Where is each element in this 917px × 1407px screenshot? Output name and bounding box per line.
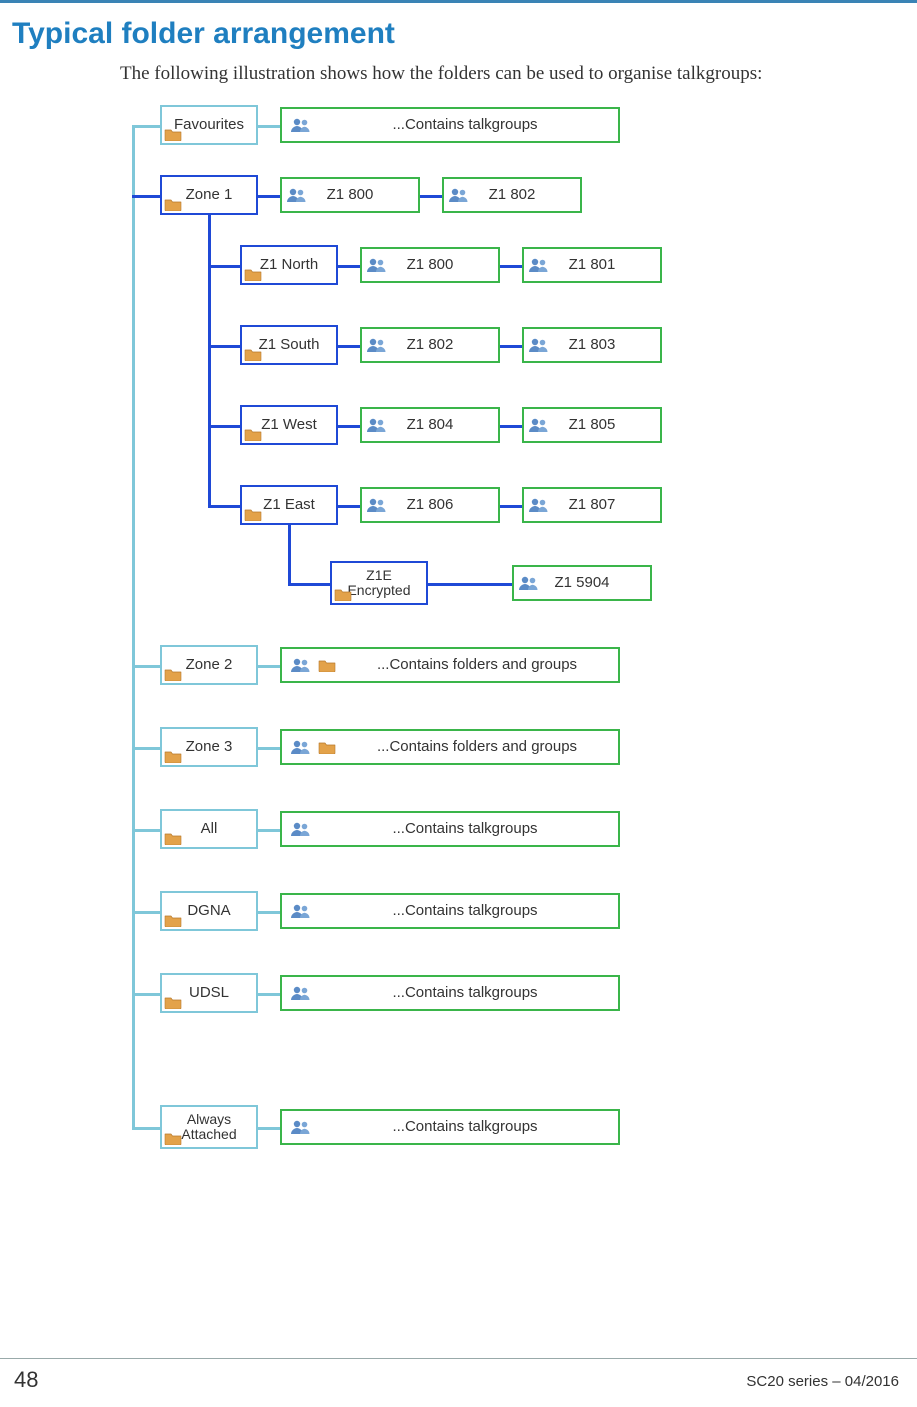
group-icon	[528, 257, 550, 273]
group-icon	[290, 903, 312, 919]
group-icon	[366, 417, 388, 433]
group-node: Z1 807	[522, 487, 662, 523]
folder-icon	[334, 587, 352, 601]
folder-icon	[318, 658, 336, 672]
folder-label-bottom: Attached	[181, 1127, 236, 1142]
folder-label: UDSL	[189, 984, 229, 1001]
folder-label: Zone 3	[186, 738, 233, 755]
folder-label: Z1 East	[263, 496, 315, 513]
desc-udsl: ...Contains talkgroups	[280, 975, 620, 1011]
folder-favourites: Favourites	[160, 105, 258, 145]
group-icon	[518, 575, 540, 591]
folder-label: Zone 1	[186, 186, 233, 203]
section-heading: Typical folder arrangement	[12, 17, 917, 51]
desc-label: ...Contains talkgroups	[312, 820, 618, 837]
group-node: Z1 802	[360, 327, 500, 363]
desc-always-attached: ...Contains talkgroups	[280, 1109, 620, 1145]
group-z1-5904: Z1 5904	[512, 565, 652, 601]
folder-udsl: UDSL	[160, 973, 258, 1013]
folder-icon	[164, 995, 182, 1009]
desc-label: ...Contains folders and groups	[336, 738, 618, 755]
group-icon	[528, 497, 550, 513]
desc-label: ...Contains folders and groups	[336, 656, 618, 673]
folder-label: Z1 West	[261, 416, 317, 433]
folder-icon	[244, 347, 262, 361]
page-number: 48	[14, 1367, 38, 1393]
folder-icon	[164, 831, 182, 845]
intro-text: The following illustration shows how the…	[120, 61, 857, 87]
group-icon	[290, 117, 312, 133]
folder-label: Zone 2	[186, 656, 233, 673]
group-node: Z1 800	[360, 247, 500, 283]
folder-icon	[164, 197, 182, 211]
folder-label-top: Always	[187, 1112, 231, 1127]
group-icon	[528, 417, 550, 433]
group-icon	[366, 497, 388, 513]
folder-z1-west: Z1 West	[240, 405, 338, 445]
folder-label: Z1 North	[260, 256, 318, 273]
folder-label: Z1 South	[259, 336, 320, 353]
desc-dgna: ...Contains talkgroups	[280, 893, 620, 929]
folder-label: Favourites	[174, 116, 244, 133]
footer-right: SC20 series – 04/2016	[746, 1373, 899, 1393]
group-z1-802: Z1 802	[442, 177, 582, 213]
folder-label: All	[201, 820, 218, 837]
folder-always-attached: Always Attached	[160, 1105, 258, 1149]
group-node: Z1 801	[522, 247, 662, 283]
group-icon	[366, 257, 388, 273]
folder-z1-north: Z1 North	[240, 245, 338, 285]
folder-icon	[164, 667, 182, 681]
group-icon	[290, 821, 312, 837]
folder-label: DGNA	[187, 902, 230, 919]
folder-icon	[164, 127, 182, 141]
desc-label: ...Contains talkgroups	[312, 116, 618, 133]
folder-icon	[318, 740, 336, 754]
folder-icon	[244, 507, 262, 521]
group-icon	[290, 985, 312, 1001]
folder-zone2: Zone 2	[160, 645, 258, 685]
group-icon	[290, 1119, 312, 1135]
folder-z1-east: Z1 East	[240, 485, 338, 525]
desc-zone3: ...Contains folders and groups	[280, 729, 620, 765]
folder-label-bottom: Encrypted	[347, 583, 410, 598]
folder-icon	[244, 427, 262, 441]
desc-label: ...Contains talkgroups	[312, 902, 618, 919]
group-z1-800: Z1 800	[280, 177, 420, 213]
group-node: Z1 804	[360, 407, 500, 443]
page-footer: 48 SC20 series – 04/2016	[0, 1358, 917, 1393]
desc-favourites: ...Contains talkgroups	[280, 107, 620, 143]
desc-label: ...Contains talkgroups	[312, 1118, 618, 1135]
folder-z1-south: Z1 South	[240, 325, 338, 365]
group-icon	[366, 337, 388, 353]
folder-zone3: Zone 3	[160, 727, 258, 767]
group-icon	[448, 187, 470, 203]
folder-icon	[164, 1131, 182, 1145]
folder-dgna: DGNA	[160, 891, 258, 931]
folder-all: All	[160, 809, 258, 849]
group-icon	[290, 739, 312, 755]
desc-zone2: ...Contains folders and groups	[280, 647, 620, 683]
folder-z1e-encrypted: Z1E Encrypted	[330, 561, 428, 605]
folder-zone1: Zone 1	[160, 175, 258, 215]
folder-icon	[164, 913, 182, 927]
desc-all: ...Contains talkgroups	[280, 811, 620, 847]
group-icon	[286, 187, 308, 203]
folder-icon	[164, 749, 182, 763]
group-icon	[290, 657, 312, 673]
folder-label-top: Z1E	[366, 568, 392, 583]
desc-label: ...Contains talkgroups	[312, 984, 618, 1001]
folder-icon	[244, 267, 262, 281]
group-node: Z1 805	[522, 407, 662, 443]
group-icon	[528, 337, 550, 353]
group-node: Z1 803	[522, 327, 662, 363]
folder-diagram: Favourites ...Contains talkgroups Zone 1…	[120, 105, 917, 1145]
group-node: Z1 806	[360, 487, 500, 523]
